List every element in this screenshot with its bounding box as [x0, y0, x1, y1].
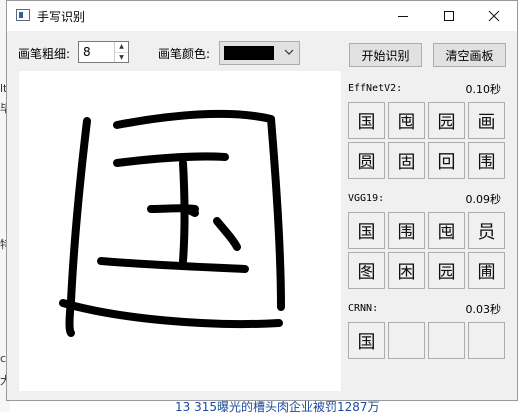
crnn-candidate[interactable]: 国 — [348, 322, 385, 359]
effnet-candidate[interactable]: 画 — [468, 102, 505, 139]
pen-width-label: 画笔粗细: — [18, 47, 71, 61]
vgg-candidate[interactable]: 员 — [468, 212, 505, 249]
effnet-time: 0.10秒 — [465, 83, 502, 96]
vgg-candidate[interactable]: 国 — [348, 212, 385, 249]
handwriting-window: 手写识别 画笔粗细: 8 ▲ ▼ 画笔颜色: 开始识别 清空画板 EffNetV… — [6, 0, 518, 401]
vgg-label: VGG19: — [348, 193, 385, 204]
spin-up-icon[interactable]: ▲ — [115, 42, 128, 52]
vgg-candidate[interactable]: 囤 — [428, 212, 465, 249]
effnet-candidate[interactable]: 国 — [348, 102, 385, 139]
pen-width-value[interactable]: 8 — [83, 45, 91, 59]
vgg-time: 0.09秒 — [465, 193, 502, 206]
effnet-candidate[interactable]: 圆 — [348, 142, 385, 179]
recognize-button[interactable]: 开始识别 — [349, 43, 422, 67]
vgg-candidate[interactable]: 圃 — [468, 252, 505, 289]
chevron-down-icon — [284, 45, 294, 62]
spin-down-icon[interactable]: ▼ — [115, 52, 128, 63]
window-title: 手写识别 — [37, 10, 86, 24]
pen-width-spinbox[interactable]: 8 ▲ ▼ — [78, 41, 129, 63]
maximize-button[interactable] — [426, 1, 472, 31]
vgg-candidate[interactable]: 图 — [348, 252, 385, 289]
maximize-icon — [444, 11, 454, 21]
effnet-candidate[interactable]: 回 — [428, 142, 465, 179]
crnn-candidate[interactable] — [468, 322, 505, 359]
effnet-candidate[interactable]: 围 — [468, 142, 505, 179]
vgg-candidate[interactable]: 困 — [388, 252, 425, 289]
clear-canvas-button[interactable]: 清空画板 — [433, 43, 506, 67]
crnn-label: CRNN: — [348, 303, 379, 314]
effnet-candidate[interactable]: 囤 — [388, 102, 425, 139]
close-button[interactable] — [471, 1, 517, 31]
crnn-time: 0.03秒 — [465, 303, 502, 316]
effnet-candidate[interactable]: 园 — [428, 102, 465, 139]
vgg-candidate[interactable]: 围 — [388, 212, 425, 249]
crnn-candidate[interactable] — [428, 322, 465, 359]
handwriting-strokes — [59, 109, 285, 337]
minimize-button[interactable] — [380, 1, 426, 31]
app-icon — [16, 9, 30, 21]
spin-buttons: ▲ ▼ — [114, 42, 128, 62]
crnn-candidate[interactable] — [388, 322, 425, 359]
effnet-candidate[interactable]: 固 — [388, 142, 425, 179]
effnet-label: EffNetV2: — [348, 83, 403, 94]
pen-color-combo[interactable] — [219, 41, 300, 65]
pen-color-swatch — [224, 46, 274, 60]
minimize-icon — [398, 16, 408, 17]
pen-color-label: 画笔颜色: — [158, 47, 211, 61]
close-icon — [488, 10, 500, 22]
drawing-canvas[interactable] — [19, 71, 341, 391]
title-bar[interactable]: 手写识别 — [7, 1, 517, 31]
vgg-candidate[interactable]: 园 — [428, 252, 465, 289]
